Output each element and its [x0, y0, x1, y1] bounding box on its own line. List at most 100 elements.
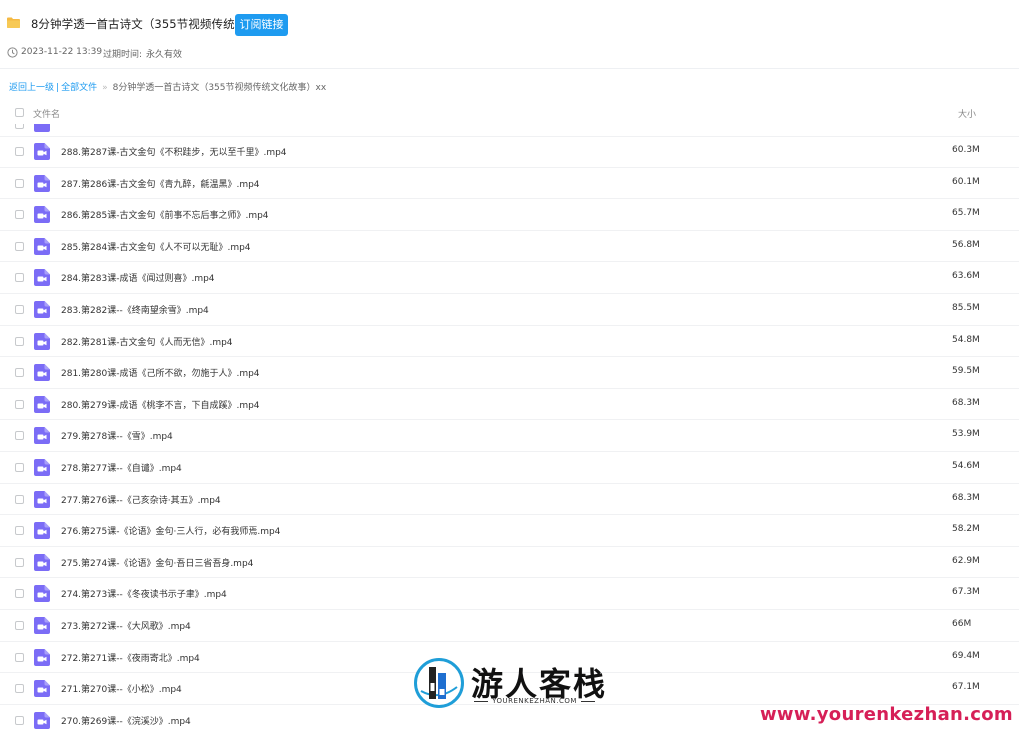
subscribe-link-button[interactable]: 订阅链接	[235, 14, 288, 36]
row-checkbox[interactable]	[15, 494, 24, 504]
video-file-icon	[34, 174, 50, 192]
file-name[interactable]: 284.第283课-成语《闻过则喜》.mp4	[61, 271, 215, 284]
row-checkbox[interactable]	[15, 431, 24, 441]
file-name[interactable]: 277.第276课--《己亥杂诗·其五》.mp4	[61, 493, 221, 506]
video-file-icon	[34, 585, 50, 603]
video-file-icon	[34, 459, 50, 476]
file-name[interactable]: 288.第287课-古文金句《不积跬步，无以至千里》.mp4	[61, 145, 287, 158]
row-checkbox[interactable]	[15, 178, 24, 188]
file-size: 54.8M	[952, 334, 980, 345]
column-file-name: 文件名	[33, 110, 61, 120]
video-file-icon	[34, 332, 50, 350]
video-file-icon	[34, 680, 50, 698]
row-checkbox[interactable]	[15, 557, 24, 567]
video-file-icon	[34, 237, 50, 255]
row-checkbox[interactable]	[15, 526, 24, 536]
file-name[interactable]: 271.第270课--《小松》.mp4	[61, 682, 182, 695]
watermark-logo-icon	[414, 658, 464, 708]
breadcrumb-current: 8分钟学透一首古诗文（355节视频传统文化故事）xx	[112, 83, 327, 93]
table-row[interactable]: 284.第283课-成语《闻过则喜》.mp4 63.6M	[0, 262, 1019, 294]
file-name[interactable]: 282.第281课-古文金句《人而无信》.mp4	[61, 335, 233, 348]
file-name[interactable]: 276.第275课-《论语》金句·三人行，必有我师焉.mp4	[61, 524, 280, 537]
table-row[interactable]: 285.第284课-古文金句《人不可以无耻》.mp4 56.8M	[0, 231, 1019, 263]
file-name[interactable]: 283.第282课--《终南望余雪》.mp4	[61, 303, 209, 316]
file-size: 85.5M	[952, 303, 980, 313]
table-row[interactable]: 279.第278课--《雪》.mp4 53.9M	[0, 420, 1019, 452]
expire-label: 过期时间:	[103, 50, 143, 60]
back-link[interactable]: 返回上一级	[9, 83, 54, 93]
video-file-icon	[34, 395, 50, 413]
row-checkbox[interactable]	[15, 589, 24, 599]
table-row[interactable]: 283.第282课--《终南望余雪》.mp4 85.5M	[0, 294, 1019, 326]
all-files-link[interactable]: 全部文件	[61, 83, 97, 93]
video-file-icon	[34, 617, 50, 634]
table-row[interactable]: 273.第272课--《大风歌》.mp4 66M	[0, 610, 1019, 642]
file-size: 60.3M	[952, 145, 980, 155]
file-size: 62.9M	[952, 555, 980, 566]
file-name[interactable]: 286.第285课-古文金句《前事不忘后事之师》.mp4	[61, 208, 269, 221]
file-size: 53.9M	[952, 429, 980, 440]
file-size: 68.3M	[952, 397, 980, 408]
file-name[interactable]: 278.第277课--《自谴》.mp4	[61, 461, 182, 474]
table-row[interactable]: 281.第280课-成语《己所不欲，勿施于人》.mp4 59.5M	[0, 357, 1019, 389]
table-row[interactable]: 280.第279课-成语《桃李不言，下自成蹊》.mp4 68.3M	[0, 389, 1019, 421]
table-row[interactable]: 287.第286课-古文金句《青九醉，毹温黑》.mp4 60.1M	[0, 168, 1019, 200]
file-name[interactable]: 274.第273课--《冬夜读书示子聿》.mp4	[61, 587, 227, 600]
file-name[interactable]: 280.第279课-成语《桃李不言，下自成蹊》.mp4	[61, 398, 260, 411]
table-row[interactable]: 275.第274课-《论语》金句·吾日三省吾身.mp4 62.9M	[0, 547, 1019, 579]
expire-value: 永久有效	[146, 50, 183, 60]
watermark-url: www.yourenkezhan.com	[760, 704, 1013, 725]
table-row[interactable]: 282.第281课-古文金句《人而无信》.mp4 54.8M	[0, 326, 1019, 358]
breadcrumb-separator: |	[56, 83, 60, 93]
share-header: 8分钟学透一首古诗文（355节视频传统... 订阅链接 2023-11-22 1…	[0, 0, 1019, 69]
file-name[interactable]: 275.第274课-《论语》金句·吾日三省吾身.mp4	[61, 556, 253, 569]
row-checkbox[interactable]	[15, 124, 24, 129]
file-name[interactable]: 281.第280课-成语《己所不欲，勿施于人》.mp4	[61, 366, 260, 379]
row-checkbox[interactable]	[15, 147, 24, 156]
row-checkbox[interactable]	[15, 210, 24, 220]
file-size: 67.3M	[952, 587, 980, 598]
select-all-checkbox[interactable]	[15, 108, 24, 117]
row-checkbox[interactable]	[15, 652, 24, 662]
row-checkbox[interactable]	[15, 621, 24, 630]
file-size: 56.8M	[952, 239, 980, 250]
row-checkbox[interactable]	[15, 305, 24, 314]
file-name[interactable]: 270.第269课--《浣溪沙》.mp4	[61, 714, 191, 727]
file-size: 66M	[952, 619, 972, 629]
column-size: 大小	[958, 110, 977, 120]
video-file-icon	[34, 522, 50, 540]
file-name[interactable]: 273.第272课--《大风歌》.mp4	[61, 619, 191, 632]
file-size: 63.6M	[952, 271, 980, 282]
row-checkbox[interactable]	[15, 399, 24, 409]
file-name[interactable]: 272.第271课--《夜雨寄北》.mp4	[61, 651, 200, 664]
video-file-icon	[34, 711, 50, 729]
file-size: 59.5M	[952, 366, 980, 377]
row-checkbox[interactable]	[15, 715, 24, 725]
video-file-icon	[34, 143, 50, 160]
table-row[interactable]: 277.第276课--《己亥杂诗·其五》.mp4 68.3M	[0, 484, 1019, 516]
file-name[interactable]: 279.第278课--《雪》.mp4	[61, 429, 173, 442]
file-name[interactable]: 285.第284课-古文金句《人不可以无耻》.mp4	[61, 240, 251, 253]
file-size: 69.4M	[952, 650, 980, 661]
row-checkbox[interactable]	[15, 241, 24, 251]
table-row[interactable]: 286.第285课-古文金句《前事不忘后事之师》.mp4 65.7M	[0, 199, 1019, 231]
share-page: 8分钟学透一首古诗文（355节视频传统... 订阅链接 2023-11-22 1…	[0, 0, 1019, 733]
row-checkbox[interactable]	[15, 336, 24, 346]
table-row[interactable]: 288.第287课-古文金句《不积跬步，无以至千里》.mp4 60.3M	[0, 136, 1019, 168]
share-date: 2023-11-22 13:39	[21, 47, 103, 57]
row-checkbox[interactable]	[15, 368, 24, 378]
row-checkbox[interactable]	[15, 463, 24, 472]
row-checkbox[interactable]	[15, 684, 24, 694]
file-size: 54.6M	[952, 461, 980, 471]
video-file-icon	[34, 553, 50, 571]
file-name[interactable]: 287.第286课-古文金句《青九醉，毹温黑》.mp4	[61, 177, 260, 190]
file-size: 67.1M	[952, 682, 980, 693]
table-row[interactable]: 278.第277课--《自谴》.mp4 54.6M	[0, 452, 1019, 484]
breadcrumb-arrow: »	[102, 83, 108, 93]
table-row[interactable]: 274.第273课--《冬夜读书示子聿》.mp4 67.3M	[0, 578, 1019, 610]
video-file-icon	[34, 269, 50, 287]
file-list-header: 文件名 大小	[0, 100, 1019, 124]
table-row[interactable]: 276.第275课-《论语》金句·三人行，必有我师焉.mp4 58.2M	[0, 515, 1019, 547]
file-size: 58.2M	[952, 524, 980, 535]
row-checkbox[interactable]	[15, 273, 24, 283]
